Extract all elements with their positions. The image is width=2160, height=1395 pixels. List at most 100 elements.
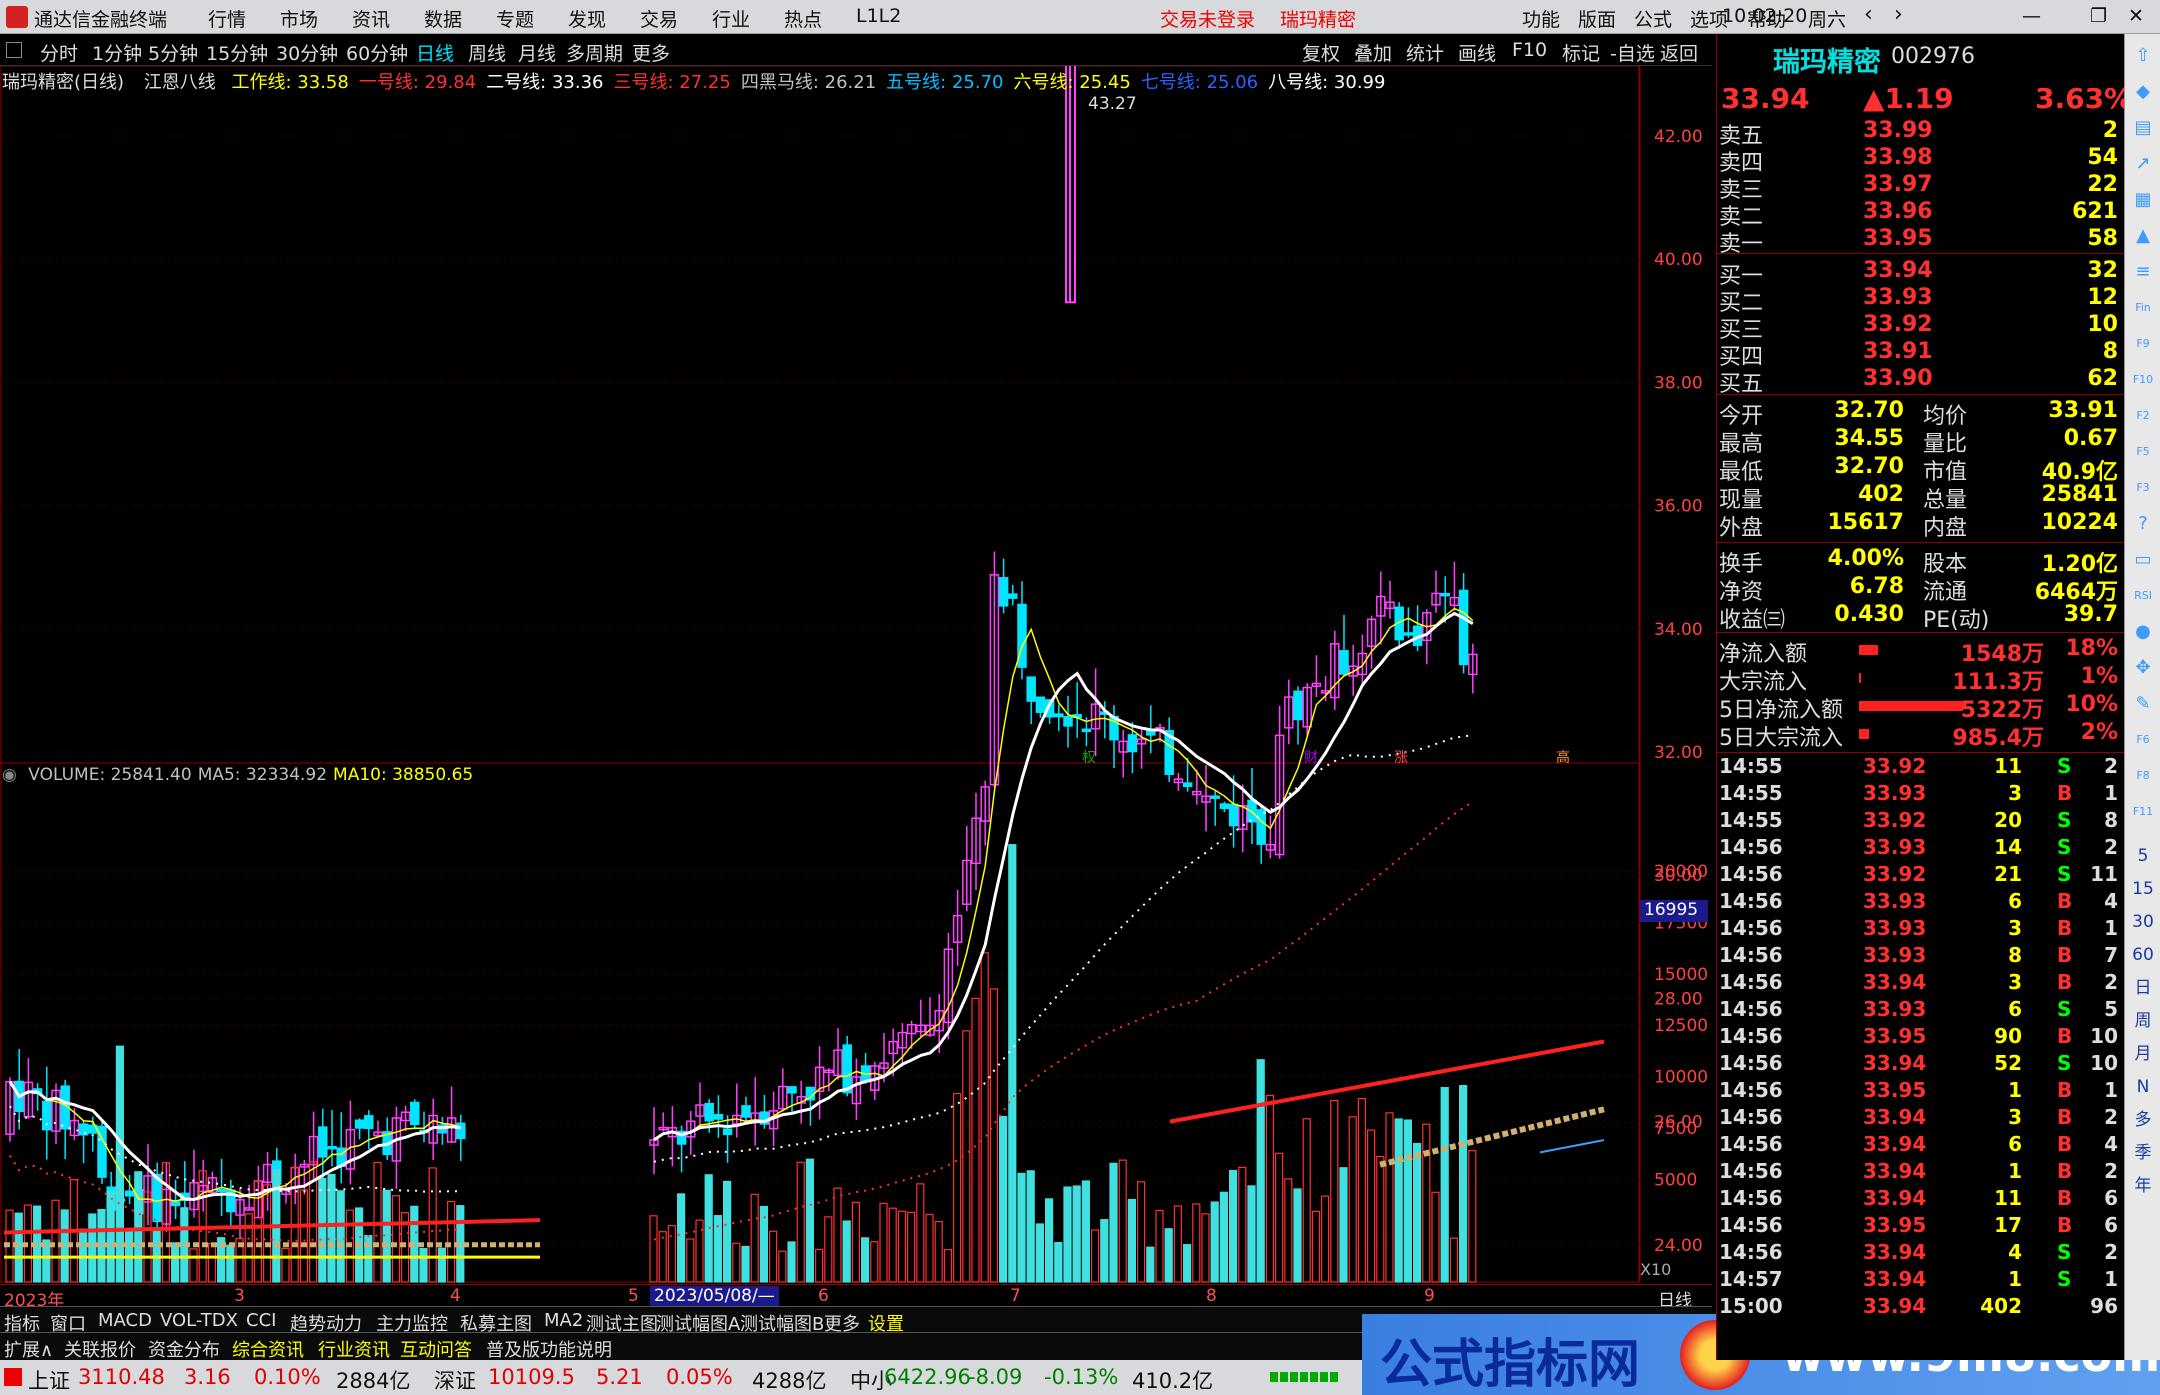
kline-chart[interactable]: 42.00 40.00 38.00 36.00 34.00 32.00 30.00 28.00… [0, 66, 1712, 1316]
f9-icon[interactable]: F9 [2131, 332, 2155, 356]
side-period-1[interactable]: 15 [2131, 877, 2155, 901]
up-arrow-icon[interactable]: ⇧ [2131, 44, 2155, 68]
volume-collapse-icon[interactable]: ◉ [2, 765, 17, 785]
minimize-icon[interactable]: — [2022, 5, 2041, 27]
right-menu-item-2[interactable]: 公式 [1634, 5, 1672, 32]
side-period-0[interactable]: 5 [2131, 844, 2155, 868]
right-menu-item-0[interactable]: 功能 [1522, 5, 1560, 32]
menu-item-6[interactable]: 交易 [640, 5, 678, 32]
f3-icon[interactable]: F3 [2131, 476, 2155, 500]
chart-tool-0[interactable]: 复权 [1302, 39, 1340, 66]
period-tab-4[interactable]: 30分钟 [276, 39, 338, 66]
collapse-icon[interactable] [6, 42, 22, 58]
flow-pct-3: 2% [2080, 720, 2118, 745]
chart-tool-1[interactable]: 叠加 [1354, 39, 1392, 66]
f8-icon[interactable]: F8 [2131, 764, 2155, 788]
f2-icon[interactable]: F2 [2131, 404, 2155, 428]
bulb-icon[interactable]: ● [2131, 620, 2155, 644]
period-tab-6[interactable]: 日线 [416, 39, 454, 66]
period-tab-3[interactable]: 15分钟 [206, 39, 268, 66]
chart-tool-2[interactable]: 统计 [1406, 39, 1444, 66]
pencil-icon[interactable]: ✎ [2131, 692, 2155, 716]
period-tab-9[interactable]: 多周期 [566, 39, 623, 66]
side-period-9[interactable]: 季 [2131, 1141, 2155, 1165]
info-tab-2[interactable]: 资金分布 [148, 1336, 220, 1362]
info-tab-0[interactable]: 扩展∧ [4, 1336, 53, 1362]
period-tab-2[interactable]: 5分钟 [148, 39, 198, 66]
gem-icon[interactable]: ◆ [2131, 80, 2155, 104]
period-tab-8[interactable]: 月线 [518, 39, 556, 66]
period-tab-1[interactable]: 1分钟 [92, 39, 142, 66]
info-tab-1[interactable]: 关联报价 [64, 1336, 136, 1362]
side-period-6[interactable]: 月 [2131, 1042, 2155, 1066]
tick-time-10: 14:56 [1719, 1024, 1783, 1048]
news-icon[interactable]: ▤ [2131, 116, 2155, 140]
chart-tool-3[interactable]: 画线 [1458, 39, 1496, 66]
flow-pct-2: 10% [2065, 692, 2118, 717]
menu-item-9[interactable]: L1L2 [856, 5, 901, 27]
close-icon[interactable]: ✕ [2128, 5, 2144, 27]
back-icon[interactable]: ‹ [1864, 2, 1873, 27]
tick-count-15: 2 [2104, 1159, 2118, 1183]
side-period-5[interactable]: 周 [2131, 1009, 2155, 1033]
menu-item-3[interactable]: 数据 [424, 5, 462, 32]
side-period-8[interactable]: 多 [2131, 1108, 2155, 1132]
info-tab-4[interactable]: 行业资讯 [318, 1336, 390, 1362]
help-icon[interactable]: ? [2131, 512, 2155, 536]
fin-icon[interactable]: Fin [2131, 296, 2155, 320]
f10-icon[interactable]: F10 [2131, 368, 2155, 392]
list-icon[interactable]: ≡ [2131, 260, 2155, 284]
price-tick-0: 42.00 [1654, 127, 1703, 147]
menu-item-4[interactable]: 专题 [496, 5, 534, 32]
chart-tool-4[interactable]: F10 [1512, 39, 1547, 61]
side-period-10[interactable]: 年 [2131, 1174, 2155, 1198]
menu-item-0[interactable]: 行情 [208, 5, 246, 32]
indicator-tab-2[interactable]: MACD [98, 1310, 152, 1331]
chart-tool-5[interactable]: 标记 [1562, 39, 1600, 66]
volume-bar [980, 952, 989, 1283]
period-tab-0[interactable]: 分时 [40, 39, 78, 66]
rsi-icon[interactable]: RSI [2131, 584, 2155, 608]
menu-item-7[interactable]: 行业 [712, 5, 750, 32]
menu-item-1[interactable]: 市场 [280, 5, 318, 32]
chart-tool-7[interactable]: 返回 [1660, 39, 1698, 66]
period-tab-10[interactable]: 更多 [632, 39, 670, 66]
side-period-3[interactable]: 60 [2131, 943, 2155, 967]
maximize-icon[interactable]: ❐ [2090, 5, 2107, 27]
f6-icon[interactable]: F6 [2131, 728, 2155, 752]
index-change-1: 5.21 [596, 1365, 643, 1389]
info-tab-5[interactable]: 互动问答 [400, 1336, 472, 1362]
volume-legend: ◉ VOLUME: 25841.40 MA5: 32334.92 MA10: 388… [2, 765, 473, 785]
side-period-7[interactable]: N [2131, 1075, 2155, 1099]
chart-tool-6[interactable]: -自选 [1610, 39, 1655, 66]
tv-icon[interactable]: ▭ [2131, 548, 2155, 572]
tick-vol-15: 1 [2008, 1159, 2022, 1183]
menu-item-2[interactable]: 资讯 [352, 5, 390, 32]
indicator-tab-8[interactable]: MA2 [544, 1310, 583, 1331]
hot-icon[interactable]: ▲ [2131, 224, 2155, 248]
grid-icon[interactable]: ▦ [2131, 188, 2155, 212]
info-tab-3[interactable]: 综合资讯 [232, 1336, 304, 1362]
f11-icon[interactable]: F11 [2131, 800, 2155, 824]
period-tab-5[interactable]: 60分钟 [346, 39, 408, 66]
f5-icon[interactable]: F5 [2131, 440, 2155, 464]
index-name-0[interactable]: 上证 [28, 1365, 70, 1395]
side-period-4[interactable]: 日 [2131, 976, 2155, 1000]
tick-price-14: 33.94 [1863, 1132, 1927, 1156]
menu-item-8[interactable]: 热点 [784, 5, 822, 32]
info-tab-6[interactable]: 普及版功能说明 [486, 1336, 612, 1362]
period-tab-7[interactable]: 周线 [468, 39, 506, 66]
index-name-1[interactable]: 深证 [434, 1365, 476, 1395]
forward-icon[interactable]: › [1894, 2, 1903, 27]
indicator-tab-4[interactable]: CCI [246, 1310, 276, 1331]
right-menu-item-1[interactable]: 版面 [1578, 5, 1616, 32]
chart-icon[interactable]: ↗ [2131, 152, 2155, 176]
move-icon[interactable]: ✥ [2131, 656, 2155, 680]
bid-1-vol: 12 [2087, 285, 2118, 310]
menu-item-5[interactable]: 发现 [568, 5, 606, 32]
indicator-tab-3[interactable]: VOL-TDX [160, 1310, 238, 1331]
tick-count-17: 6 [2104, 1213, 2118, 1237]
flow-bar-1 [1859, 673, 1861, 683]
side-period-2[interactable]: 30 [2131, 910, 2155, 934]
login-status[interactable]: 交易未登录 [1160, 5, 1255, 32]
